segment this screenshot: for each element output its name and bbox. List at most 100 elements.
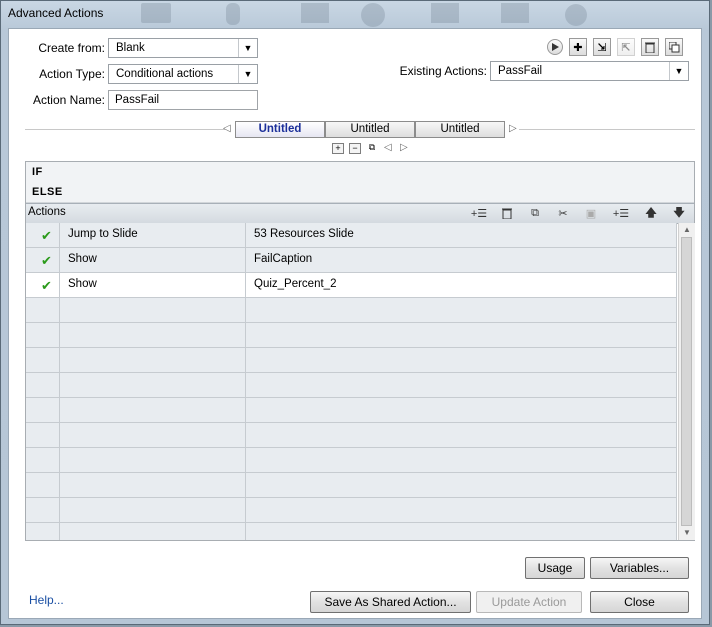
enabled-cell[interactable] xyxy=(26,323,60,347)
empty-action-row[interactable] xyxy=(26,423,677,448)
delete-icon[interactable] xyxy=(641,38,659,56)
action-cell[interactable] xyxy=(60,373,246,397)
enabled-cell[interactable] xyxy=(26,298,60,322)
action-type-value: Conditional actions xyxy=(116,68,214,80)
scroll-up-icon[interactable]: ▲ xyxy=(679,223,695,237)
tabs-scroll-right-icon[interactable]: ▷ xyxy=(509,123,517,134)
enabled-cell[interactable] xyxy=(26,423,60,447)
action-cell[interactable] xyxy=(60,498,246,522)
enabled-cell[interactable] xyxy=(26,348,60,372)
action-row[interactable]: ✔ Jump to Slide 53 Resources Slide xyxy=(26,223,677,248)
empty-action-row[interactable] xyxy=(26,398,677,423)
cut-icon[interactable]: ✂ xyxy=(552,206,574,221)
action-row[interactable]: ✔ Show Quiz_Percent_2 xyxy=(26,273,677,298)
target-cell[interactable] xyxy=(246,423,677,447)
close-button[interactable]: Close xyxy=(590,591,689,613)
enabled-cell[interactable] xyxy=(26,498,60,522)
enabled-cell[interactable]: ✔ xyxy=(26,248,60,272)
target-cell[interactable] xyxy=(246,323,677,347)
action-cell[interactable] xyxy=(60,448,246,472)
enabled-cell[interactable]: ✔ xyxy=(26,273,60,297)
enabled-cell[interactable] xyxy=(26,398,60,422)
delete-icon[interactable] xyxy=(496,206,518,221)
import-icon[interactable]: ⇲ xyxy=(593,38,611,56)
else-section[interactable]: ELSE xyxy=(26,182,694,203)
help-link[interactable]: Help... xyxy=(29,593,64,607)
action-row[interactable]: ✔ Show FailCaption xyxy=(26,248,677,273)
action-type-dropdown[interactable]: Conditional actions ▼ xyxy=(108,64,258,84)
action-cell[interactable] xyxy=(60,323,246,347)
condition-prev-icon[interactable]: ◁ xyxy=(384,142,392,153)
target-cell[interactable] xyxy=(246,398,677,422)
action-cell[interactable] xyxy=(60,398,246,422)
action-cell[interactable]: Jump to Slide xyxy=(60,223,246,247)
title-bar[interactable]: Advanced Actions xyxy=(1,1,709,27)
empty-action-row[interactable] xyxy=(26,298,677,323)
action-cell[interactable]: Show xyxy=(60,248,246,272)
target-cell[interactable] xyxy=(246,298,677,322)
action-name-field[interactable] xyxy=(108,90,258,110)
action-cell[interactable]: Show xyxy=(60,273,246,297)
usage-button[interactable]: Usage xyxy=(525,557,585,579)
action-name-text: Show xyxy=(68,253,97,265)
tab-untitled-1[interactable]: Untitled xyxy=(235,121,325,138)
preview-icon[interactable] xyxy=(547,39,563,55)
variables-button[interactable]: Variables... xyxy=(590,557,689,579)
enabled-cell[interactable] xyxy=(26,473,60,497)
target-cell[interactable]: 53 Resources Slide xyxy=(246,223,677,247)
target-cell[interactable] xyxy=(246,523,677,540)
empty-action-row[interactable] xyxy=(26,498,677,523)
remove-condition-icon[interactable]: − xyxy=(349,143,361,154)
empty-action-row[interactable] xyxy=(26,348,677,373)
checkmark-icon[interactable]: ✔ xyxy=(34,253,59,269)
action-cell[interactable] xyxy=(60,298,246,322)
checkmark-icon[interactable]: ✔ xyxy=(34,278,59,294)
target-cell[interactable] xyxy=(246,373,677,397)
scroll-thumb[interactable] xyxy=(681,237,692,526)
actions-grid: ✔ Jump to Slide 53 Resources Slide ✔ Show Fai… xyxy=(26,223,677,540)
existing-actions-dropdown[interactable]: PassFail ▼ xyxy=(490,61,689,81)
move-down-icon[interactable]: 🡇 xyxy=(668,206,690,221)
empty-action-row[interactable] xyxy=(26,473,677,498)
enabled-cell[interactable] xyxy=(26,373,60,397)
tab-untitled-2[interactable]: Untitled xyxy=(325,121,415,138)
scroll-down-icon[interactable]: ▼ xyxy=(679,526,695,540)
enabled-cell[interactable]: ✔ xyxy=(26,223,60,247)
condition-panel: IF ELSE Actions +☰ ⧉ ✂ ▣ +☰ 🡅 🡇 ✔ Jump to… xyxy=(25,161,695,541)
action-type-label: Action Type: xyxy=(39,67,105,81)
target-cell[interactable]: FailCaption xyxy=(246,248,677,272)
enabled-cell[interactable] xyxy=(26,448,60,472)
enabled-cell[interactable] xyxy=(26,523,60,540)
target-cell[interactable] xyxy=(246,473,677,497)
create-from-dropdown[interactable]: Blank ▼ xyxy=(108,38,258,58)
duplicate-icon[interactable] xyxy=(665,38,683,56)
condition-next-icon[interactable]: ▷ xyxy=(400,142,408,153)
empty-action-row[interactable] xyxy=(26,448,677,473)
add-icon[interactable]: ✚ xyxy=(569,38,587,56)
actions-title: Actions xyxy=(28,206,66,218)
insert-icon[interactable]: +☰ xyxy=(468,206,490,221)
target-cell[interactable] xyxy=(246,448,677,472)
action-cell[interactable] xyxy=(60,348,246,372)
target-cell[interactable]: Quiz_Percent_2 xyxy=(246,273,677,297)
copy-condition-icon[interactable]: ⧉ xyxy=(366,143,378,154)
insert-below-icon[interactable]: +☰ xyxy=(610,206,632,221)
empty-action-row[interactable] xyxy=(26,523,677,540)
add-condition-icon[interactable]: + xyxy=(332,143,344,154)
checkmark-icon[interactable]: ✔ xyxy=(34,228,59,244)
copy-icon[interactable]: ⧉ xyxy=(524,206,546,221)
move-up-icon[interactable]: 🡅 xyxy=(640,206,662,221)
actions-scrollbar[interactable]: ▲ ▼ xyxy=(678,223,695,540)
action-cell[interactable] xyxy=(60,423,246,447)
action-name-input[interactable] xyxy=(109,91,257,109)
save-as-shared-action-button[interactable]: Save As Shared Action... xyxy=(310,591,471,613)
tabs-scroll-left-icon[interactable]: ◁ xyxy=(223,123,231,134)
tab-untitled-3[interactable]: Untitled xyxy=(415,121,505,138)
target-cell[interactable] xyxy=(246,348,677,372)
if-section[interactable]: IF xyxy=(26,162,694,183)
empty-action-row[interactable] xyxy=(26,323,677,348)
action-cell[interactable] xyxy=(60,473,246,497)
target-cell[interactable] xyxy=(246,498,677,522)
action-cell[interactable] xyxy=(60,523,246,540)
empty-action-row[interactable] xyxy=(26,373,677,398)
